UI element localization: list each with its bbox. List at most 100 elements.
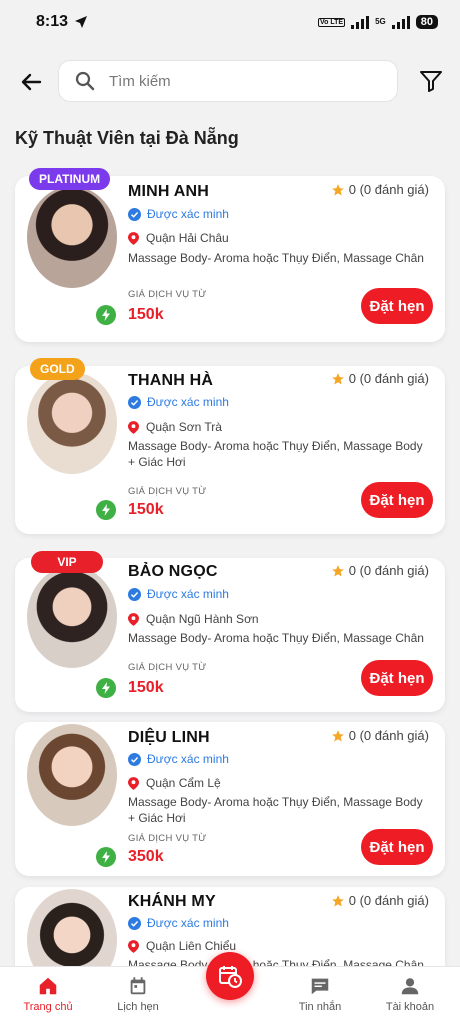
- rating-text: 0 (0 đánh giá): [348, 563, 429, 578]
- book-button[interactable]: Đặt hẹn: [361, 829, 433, 865]
- instant-bolt-icon: [96, 305, 116, 325]
- star-icon: [331, 564, 344, 577]
- back-arrow-icon[interactable]: [18, 68, 46, 96]
- verified-text: Được xác minh: [147, 916, 229, 930]
- rating-text: 0 (0 đánh giá): [348, 371, 429, 386]
- verified-check-icon: [128, 395, 141, 409]
- district-text: Quận Hải Châu: [146, 231, 229, 245]
- instant-bolt-icon: [96, 847, 116, 867]
- verified-label: Được xác minh: [128, 207, 229, 221]
- avatar: [27, 372, 117, 474]
- location-pin-icon: [128, 939, 139, 953]
- search-icon: [75, 71, 95, 91]
- book-button[interactable]: Đặt hẹn: [361, 482, 433, 518]
- nav-account-label: Tài khoản: [385, 1001, 435, 1013]
- rating: 0 (0 đánh giá): [331, 893, 429, 908]
- price-value: 150k: [128, 501, 164, 518]
- volte-icon: Vo LTE: [318, 17, 346, 27]
- rating: 0 (0 đánh giá): [331, 182, 429, 197]
- price-label: GIÁ DỊCH VỤ TỪ: [128, 486, 207, 497]
- rating: 0 (0 đánh giá): [331, 563, 429, 578]
- user-icon: [401, 978, 419, 995]
- location: Quận Cẩm Lệ: [128, 776, 221, 790]
- location-pin-icon: [128, 231, 139, 245]
- price-label: GIÁ DỊCH VỤ TỪ: [128, 289, 207, 300]
- booking-fab-button[interactable]: [206, 952, 254, 1000]
- price-value: 150k: [128, 679, 164, 696]
- battery-icon: 80: [415, 15, 438, 29]
- verified-text: Được xác minh: [147, 395, 229, 409]
- therapist-card[interactable]: PLATINUM MINH ANH 0 (0 đánh giá) Được xá…: [15, 168, 445, 342]
- therapist-card[interactable]: DIỆU LINH 0 (0 đánh giá) Được xác minh Q…: [15, 722, 445, 876]
- therapist-name: DIỆU LINH: [128, 729, 210, 746]
- rating-text: 0 (0 đánh giá): [348, 893, 429, 908]
- services-text: Massage Body- Aroma hoặc Thụy Điển, Mass…: [128, 439, 423, 469]
- verified-check-icon: [128, 752, 141, 766]
- rating: 0 (0 đánh giá): [331, 371, 429, 386]
- location-pin-icon: [128, 612, 139, 626]
- page: 8:13 Vo LTE 5G 80 Kỹ Thuật Viên tại Đà N…: [0, 0, 460, 1020]
- nav-account[interactable]: Tài khoản: [370, 975, 450, 1013]
- filter-icon[interactable]: [418, 68, 444, 94]
- star-icon: [331, 894, 344, 907]
- price-value: 150k: [128, 306, 164, 323]
- status-icons: Vo LTE 5G 80: [318, 15, 438, 29]
- status-bar: 8:13 Vo LTE 5G 80: [0, 0, 460, 44]
- services-text: Massage Body- Aroma hoặc Thụy Điển, Mass…: [128, 251, 424, 265]
- district-text: Quận Cẩm Lệ: [146, 776, 221, 790]
- verified-text: Được xác minh: [147, 207, 229, 221]
- price-label: GIÁ DỊCH VỤ TỪ: [128, 662, 207, 673]
- verified-check-icon: [128, 207, 141, 221]
- therapist-name: KHÁNH MY: [128, 893, 216, 910]
- verified-label: Được xác minh: [128, 587, 229, 601]
- signal-icon: [351, 15, 370, 29]
- book-button[interactable]: Đặt hẹn: [361, 288, 433, 324]
- district-text: Quận Sơn Trà: [146, 420, 222, 434]
- instant-bolt-icon: [96, 500, 116, 520]
- home-icon: [39, 977, 57, 995]
- verified-text: Được xác minh: [147, 752, 229, 766]
- location: Quận Sơn Trà: [128, 420, 222, 434]
- location-pin-icon: [128, 420, 139, 434]
- verified-check-icon: [128, 916, 141, 930]
- instant-bolt-icon: [96, 678, 116, 698]
- avatar: [27, 724, 117, 826]
- price-value: 350k: [128, 848, 164, 865]
- star-icon: [331, 183, 344, 196]
- nav-home-label: Trang chủ: [23, 1001, 73, 1013]
- rating-text: 0 (0 đánh giá): [348, 728, 429, 743]
- 5g-icon: 5G: [375, 17, 386, 26]
- price-label: GIÁ DỊCH VỤ TỪ: [128, 833, 207, 844]
- star-icon: [331, 372, 344, 385]
- rating: 0 (0 đánh giá): [331, 728, 429, 743]
- calendar-icon: [130, 977, 146, 995]
- star-icon: [331, 729, 344, 742]
- rating-text: 0 (0 đánh giá): [348, 182, 429, 197]
- calendar-clock-icon: [219, 966, 242, 988]
- status-time: 8:13: [36, 13, 69, 30]
- therapist-name: BẢO NGỌC: [128, 563, 218, 580]
- location-pin-icon: [128, 776, 139, 790]
- tier-badge: PLATINUM: [29, 168, 111, 190]
- location: Quận Ngũ Hành Sơn: [128, 612, 259, 626]
- services-text: Massage Body- Aroma hoặc Thụy Điển, Mass…: [128, 795, 423, 825]
- therapist-card[interactable]: VIP BẢO NGỌC 0 (0 đánh giá) Được xác min…: [15, 551, 445, 712]
- signal-icon-2: [391, 15, 410, 29]
- nav-appointments-label: Lịch hẹn: [117, 1001, 159, 1013]
- therapist-name: MINH ANH: [128, 183, 209, 200]
- district-text: Quận Liên Chiểu: [146, 939, 237, 953]
- book-button[interactable]: Đặt hẹn: [361, 660, 433, 696]
- avatar: [27, 186, 117, 288]
- verified-label: Được xác minh: [128, 395, 229, 409]
- search-box[interactable]: [58, 60, 398, 102]
- search-input[interactable]: [109, 72, 369, 90]
- tier-badge: VIP: [31, 551, 103, 573]
- therapist-card[interactable]: GOLD THANH HÀ 0 (0 đánh giá) Được xác mi…: [15, 358, 445, 534]
- search-header: [0, 58, 460, 106]
- nav-home[interactable]: Trang chủ: [8, 975, 88, 1013]
- nav-appointments[interactable]: Lịch hẹn: [98, 975, 178, 1013]
- location-arrow-icon: [75, 16, 88, 28]
- location: Quận Hải Châu: [128, 231, 229, 245]
- avatar: [27, 566, 117, 668]
- nav-messages[interactable]: Tin nhắn: [280, 975, 360, 1013]
